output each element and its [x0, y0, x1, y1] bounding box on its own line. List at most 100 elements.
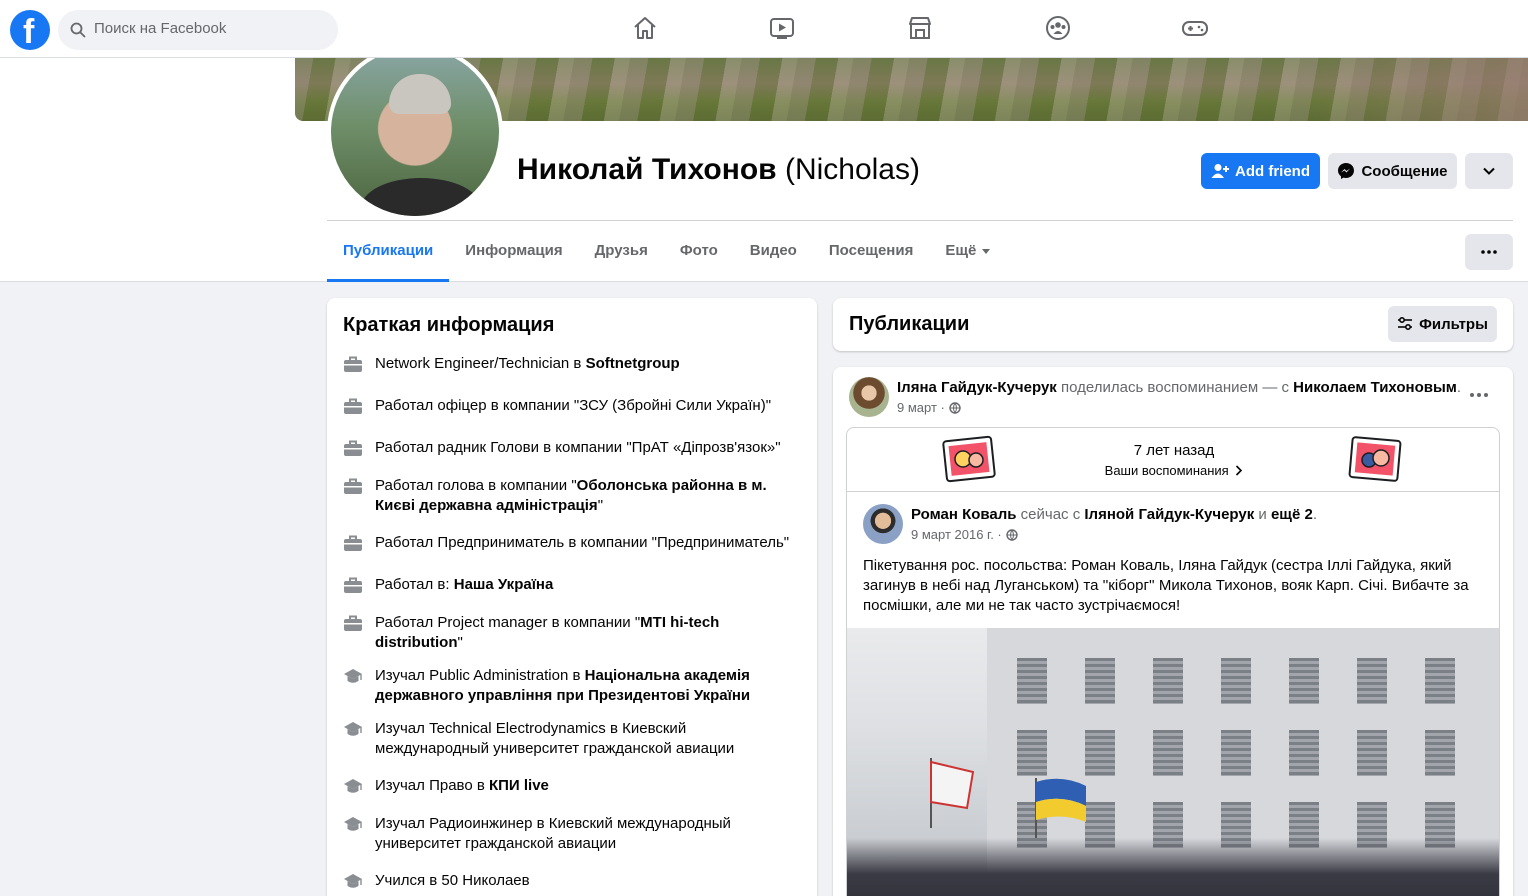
top-navigation-bar: f [0, 0, 1528, 58]
intro-item-text: Учился в 50 Николаев [375, 871, 530, 891]
intro-item: Работал голова в компании "Оболонська ра… [343, 476, 803, 516]
tab-photos[interactable]: Фото [664, 230, 734, 282]
intro-title: Краткая информация [343, 314, 555, 336]
briefcase-icon [344, 398, 362, 414]
tab-more[interactable]: Ещё [929, 230, 1006, 282]
profile-tabs: Публикации Информация Друзья Фото Видео … [327, 230, 1006, 282]
profile-tabs-menu-button[interactable] [1465, 234, 1513, 270]
posts-header-card: Публикации Фильтры [833, 298, 1513, 351]
inner-date[interactable]: 9 март 2016 г. · [911, 527, 1002, 542]
intro-item: Работал в: Наша Україна [343, 575, 803, 595]
photo-crowd [847, 838, 1499, 896]
gaming-icon[interactable] [1181, 14, 1209, 42]
profile-alternate-name: (Nicholas) [784, 153, 920, 186]
briefcase-icon [344, 577, 362, 593]
intro-item-prefix: Работал в: [375, 576, 454, 593]
search-box[interactable] [58, 10, 338, 50]
intro-item-prefix: Изучал Радиоинжинер в Киевский междунаро… [375, 815, 731, 852]
tab-more-label: Ещё [945, 242, 977, 259]
photo-window [1357, 658, 1387, 704]
post-author-name[interactable]: Іляна Гайдук-Кучерук [897, 379, 1057, 396]
intro-item-link[interactable]: Softnetgroup [586, 355, 680, 372]
intro-item-text: Работал в: Наша Україна [375, 575, 553, 595]
intro-item-text: Работал голова в компании "Оболонська ра… [375, 476, 803, 516]
intro-item: Работал Project manager в компании "MTI … [343, 613, 803, 653]
message-label: Сообщение [1361, 162, 1448, 180]
photo-window [1425, 730, 1455, 776]
post-photo[interactable] [847, 628, 1499, 896]
briefcase-icon [344, 440, 362, 456]
photo-window [1017, 730, 1047, 776]
post-tagged-user[interactable]: Николаем Тихоновым [1293, 379, 1457, 396]
intro-item-prefix: Работал Project manager в компании " [375, 614, 641, 631]
intro-item-prefix: Учился в 50 Николаев [375, 872, 530, 889]
photo-window [1221, 658, 1251, 704]
inner-author-avatar[interactable] [863, 504, 903, 544]
facebook-logo[interactable]: f [10, 10, 50, 51]
post-author-line: Іляна Гайдук-Кучерук поделилась воспомин… [897, 379, 1461, 396]
intro-item-prefix: Работал радник Голови в компании "ПрАТ «… [375, 439, 781, 456]
photo-window [1085, 658, 1115, 704]
inner-others-link[interactable]: ещё 2 [1271, 506, 1313, 523]
intro-item-prefix: Изучал Право в [375, 777, 489, 794]
tab-friends[interactable]: Друзья [579, 230, 664, 282]
photo-window [1289, 658, 1319, 704]
caret-down-icon [982, 248, 991, 254]
briefcase-icon [344, 356, 362, 372]
intro-item-link[interactable]: КПИ live [489, 777, 549, 794]
intro-item-text: Работал Project manager в компании "MTI … [375, 613, 803, 653]
marketplace-icon[interactable] [906, 14, 934, 42]
profile-name: Николай Тихонов [517, 153, 777, 186]
chevron-right-icon [1236, 465, 1243, 476]
photo-window [1425, 658, 1455, 704]
tab-check-ins[interactable]: Посещения [813, 230, 929, 282]
post-action-text: поделилась воспоминанием — с [1056, 379, 1294, 396]
intro-item-text: Работал офіцер в компании "ЗСУ (Збройні … [375, 396, 771, 416]
memory-link-label: Ваши воспоминания [1104, 463, 1229, 478]
tab-videos[interactable]: Видео [734, 230, 813, 282]
chevron-down-icon [1483, 167, 1495, 175]
header-divider [327, 220, 1513, 221]
inner-author-line: Роман Коваль сейчас с Іляной Гайдук-Куче… [911, 506, 1317, 523]
message-button[interactable]: Сообщение [1328, 153, 1457, 189]
post-options-icon[interactable] [1465, 385, 1493, 405]
post-meta: 9 март · [897, 400, 961, 415]
intro-item: Network Engineer/Technician в Softnetgro… [343, 354, 803, 374]
intro-item-link[interactable]: Наша Україна [454, 576, 554, 593]
inner-author-name[interactable]: Роман Коваль [911, 506, 1017, 523]
search-input[interactable] [94, 20, 324, 37]
graduation-cap-icon [344, 817, 362, 831]
post-author-avatar[interactable] [849, 377, 889, 417]
watch-icon[interactable] [768, 14, 796, 42]
globe-icon [1006, 528, 1018, 541]
filters-button[interactable]: Фильтры [1388, 306, 1497, 342]
memory-illustration-right [1348, 436, 1402, 482]
inner-meta: 9 март 2016 г. · [911, 527, 1018, 542]
inner-with-text: сейчас с [1016, 506, 1085, 523]
photo-window [1153, 658, 1183, 704]
post-date[interactable]: 9 март · [897, 400, 945, 415]
groups-icon[interactable] [1044, 14, 1072, 42]
tab-posts[interactable]: Публикации [327, 230, 450, 282]
tab-about[interactable]: Информация [449, 230, 578, 282]
profile-more-dropdown-button[interactable] [1465, 153, 1513, 189]
intro-item-text: Работал Предприниматель в компании "Пред… [375, 533, 789, 553]
intro-item-suffix: " [597, 497, 604, 514]
photo-window [1357, 730, 1387, 776]
intro-item-text: Network Engineer/Technician в Softnetgro… [375, 354, 680, 374]
memory-banner[interactable]: 7 лет назад Ваши воспоминания [847, 428, 1499, 492]
graduation-cap-icon [344, 779, 362, 793]
post-author-line-end: . [1456, 379, 1462, 396]
photo-window [1153, 730, 1183, 776]
intro-item-prefix: Изучал Technical Electrodynamics в Киевс… [375, 720, 735, 757]
add-friend-label: Add friend [1235, 162, 1310, 180]
home-icon[interactable] [631, 14, 659, 42]
profile-name-row: Николай Тихонов (Nicholas) [517, 153, 920, 187]
intro-item-prefix: Работал голова в компании " [375, 477, 577, 494]
add-friend-button[interactable]: Add friend [1201, 153, 1320, 189]
globe-icon [949, 401, 961, 414]
photo-banner [930, 758, 975, 828]
profile-avatar[interactable] [327, 44, 503, 220]
inner-tagged-user[interactable]: Іляной Гайдук-Кучерук [1084, 506, 1254, 523]
profile-header: Николай Тихонов (Nicholas) Add friend Со… [0, 44, 1528, 282]
